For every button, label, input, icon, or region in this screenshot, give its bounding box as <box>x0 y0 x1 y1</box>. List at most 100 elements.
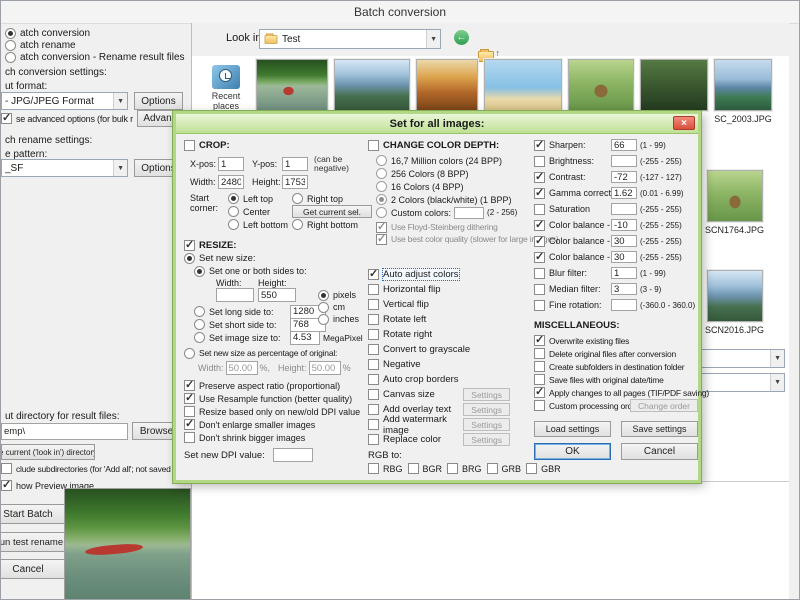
corner-right-bottom[interactable]: Right bottom <box>292 219 372 230</box>
transform-checkbox[interactable]: Negative <box>368 359 536 370</box>
file-name-select[interactable]: ▼ <box>701 349 785 368</box>
rgb-order-checkbox[interactable]: GBR <box>526 463 561 474</box>
change-color-depth-checkbox[interactable]: CHANGE COLOR DEPTH: <box>368 138 536 152</box>
image-size-radio[interactable]: Set image size to: <box>194 332 290 343</box>
unit-radio[interactable]: pixels <box>318 289 364 301</box>
transform-checkbox[interactable]: Rotate right <box>368 329 536 340</box>
color-depth-radio[interactable]: 256 Colors (8 BPP) <box>376 167 536 180</box>
cancel-button[interactable]: Cancel <box>621 443 698 460</box>
resize-option-checkbox[interactable]: Preserve aspect ratio (proportional) <box>184 378 362 392</box>
adjustment-value-input[interactable] <box>611 299 637 311</box>
file-thumbnail[interactable] <box>640 59 708 111</box>
transform-checkbox[interactable]: Horizontal flip <box>368 284 536 295</box>
adjustment-checkbox[interactable]: Fine rotation: <box>534 299 611 311</box>
rgb-order-checkbox[interactable]: RBG <box>368 463 403 474</box>
miscellaneous-checkbox[interactable]: Overwrite existing files <box>534 333 698 346</box>
settings-button[interactable]: Settings <box>463 418 510 431</box>
crop-width-input[interactable] <box>218 175 244 189</box>
output-format-select[interactable]: - JPG/JPEG Format ▼ <box>1 92 128 110</box>
ok-button[interactable]: OK <box>534 443 611 460</box>
conversion-mode-option[interactable]: atch conversion - Rename result files <box>5 51 185 63</box>
run-test-rename-button[interactable]: Run test rename <box>1 532 69 552</box>
set-new-size-radio[interactable]: Set new size: <box>184 252 362 265</box>
adjustment-value-input[interactable] <box>611 251 637 263</box>
transform-checkbox[interactable]: Add watermark image <box>368 414 463 436</box>
back-icon[interactable]: ← <box>454 30 474 48</box>
percentage-radio[interactable]: Set new size as percentage of original: <box>184 347 362 359</box>
corner-left-top[interactable]: Left top <box>228 193 290 204</box>
file-thumbnail[interactable] <box>334 59 410 111</box>
adjustment-checkbox[interactable]: Sharpen: <box>534 138 611 151</box>
resize-option-checkbox[interactable]: Resize based only on new/old DPI value <box>184 405 362 418</box>
advanced-options-checkbox[interactable]: se advanced options (for bulk resize...) <box>1 111 133 124</box>
file-thumbnail[interactable] <box>256 59 328 111</box>
unit-radio[interactable]: cm <box>318 301 364 313</box>
corner-right-top[interactable]: Right top <box>292 193 372 204</box>
crop-ypos-input[interactable] <box>282 157 308 171</box>
transform-checkbox[interactable]: Rotate left <box>368 314 536 325</box>
rgb-order-checkbox[interactable]: GRB <box>486 463 521 474</box>
corner-left-bottom[interactable]: Left bottom <box>228 219 290 230</box>
miscellaneous-checkbox[interactable]: Delete original files after conversion <box>534 348 698 359</box>
format-options-button[interactable]: Options <box>134 92 183 110</box>
miscellaneous-checkbox[interactable]: Create subfolders in destination folder <box>534 361 698 372</box>
file-thumbnail[interactable]: SCN1764.JPG <box>705 170 764 236</box>
short-side-radio[interactable]: Set short side to: <box>194 319 290 330</box>
adjustment-value-input[interactable] <box>611 267 637 279</box>
include-subdirectories-checkbox[interactable]: clude subdirectories (for 'Add all'; not… <box>1 463 189 474</box>
custom-colors-input[interactable] <box>454 206 485 219</box>
miscellaneous-checkbox[interactable]: Save files with original date/time <box>534 374 698 385</box>
resize-option-checkbox[interactable]: Don't shrink bigger images <box>184 431 362 444</box>
file-thumbnail[interactable] <box>568 59 634 111</box>
adjustment-checkbox[interactable]: Median filter: <box>534 283 611 295</box>
unit-radio[interactable]: inches <box>318 313 364 325</box>
best-color-quality-checkbox[interactable]: Use best color quality (slower for large… <box>376 232 559 245</box>
start-batch-button[interactable]: Start Batch <box>1 504 69 524</box>
adjustment-value-input[interactable] <box>611 203 637 215</box>
color-depth-radio[interactable]: 2 Colors (black/white) (1 BPP) <box>376 193 536 206</box>
adjustment-value-input[interactable] <box>611 155 637 167</box>
file-thumbnail[interactable] <box>484 59 562 111</box>
floyd-steinberg-checkbox[interactable]: Use Floyd-Steinberg dithering <box>376 220 536 233</box>
adjustment-value-input[interactable] <box>611 171 637 183</box>
conversion-mode-option[interactable]: atch rename <box>5 39 185 51</box>
one-or-both-sides-radio[interactable]: Set one or both sides to: <box>194 265 362 277</box>
adjustment-checkbox[interactable]: Color balance - B: <box>534 250 611 263</box>
miscellaneous-checkbox[interactable]: Apply changes to all pages (TIF/PDF savi… <box>534 385 709 398</box>
adjustment-checkbox[interactable]: Saturation <box>534 203 611 215</box>
adjustment-checkbox[interactable]: Gamma correction: <box>534 186 611 199</box>
adjustment-value-input[interactable] <box>611 219 637 231</box>
transform-checkbox[interactable]: Replace color <box>368 434 463 445</box>
crop-height-input[interactable] <box>282 175 308 189</box>
close-icon[interactable]: × <box>673 116 695 130</box>
conversion-mode-option[interactable]: atch conversion <box>5 27 185 39</box>
image-size-input[interactable] <box>290 330 320 345</box>
file-type-select[interactable]: ▼ <box>701 373 785 392</box>
transform-checkbox[interactable]: Vertical flip <box>368 299 536 310</box>
resize-width-input[interactable] <box>216 288 254 302</box>
cancel-batch-button[interactable]: Cancel <box>1 559 69 579</box>
long-side-radio[interactable]: Set long side to: <box>194 306 290 317</box>
look-in-select[interactable]: Test ▼ <box>259 29 441 49</box>
resize-height-input[interactable] <box>258 288 296 302</box>
adjustment-value-input[interactable] <box>611 139 637 151</box>
miscellaneous-checkbox[interactable]: Custom processing order <box>534 400 640 411</box>
crop-checkbox[interactable]: CROP: <box>184 138 362 152</box>
color-depth-radio[interactable]: 16,7 Million colors (24 BPP) <box>376 154 536 167</box>
crop-xpos-input[interactable] <box>218 157 244 171</box>
get-current-selection-button[interactable]: Get current sel. <box>292 205 372 218</box>
file-thumbnail[interactable] <box>416 59 478 111</box>
adjustment-checkbox[interactable]: Contrast: <box>534 170 611 183</box>
output-directory-input[interactable] <box>1 423 128 440</box>
percent-height-input[interactable] <box>308 361 341 375</box>
transform-checkbox[interactable]: Convert to grayscale <box>368 344 536 355</box>
radio-icon[interactable] <box>376 207 387 218</box>
dpi-input[interactable] <box>272 448 313 462</box>
resize-option-checkbox[interactable]: Use Resample function (better quality) <box>184 391 362 405</box>
rgb-order-checkbox[interactable]: BRG <box>447 463 482 474</box>
resize-checkbox[interactable]: RESIZE: <box>184 238 362 252</box>
settings-button[interactable]: Settings <box>463 403 510 416</box>
adjustment-checkbox[interactable]: Color balance - R: <box>534 218 611 231</box>
adjustment-checkbox[interactable]: Brightness: <box>534 155 611 167</box>
resize-option-checkbox[interactable]: Don't enlarge smaller images <box>184 417 362 431</box>
